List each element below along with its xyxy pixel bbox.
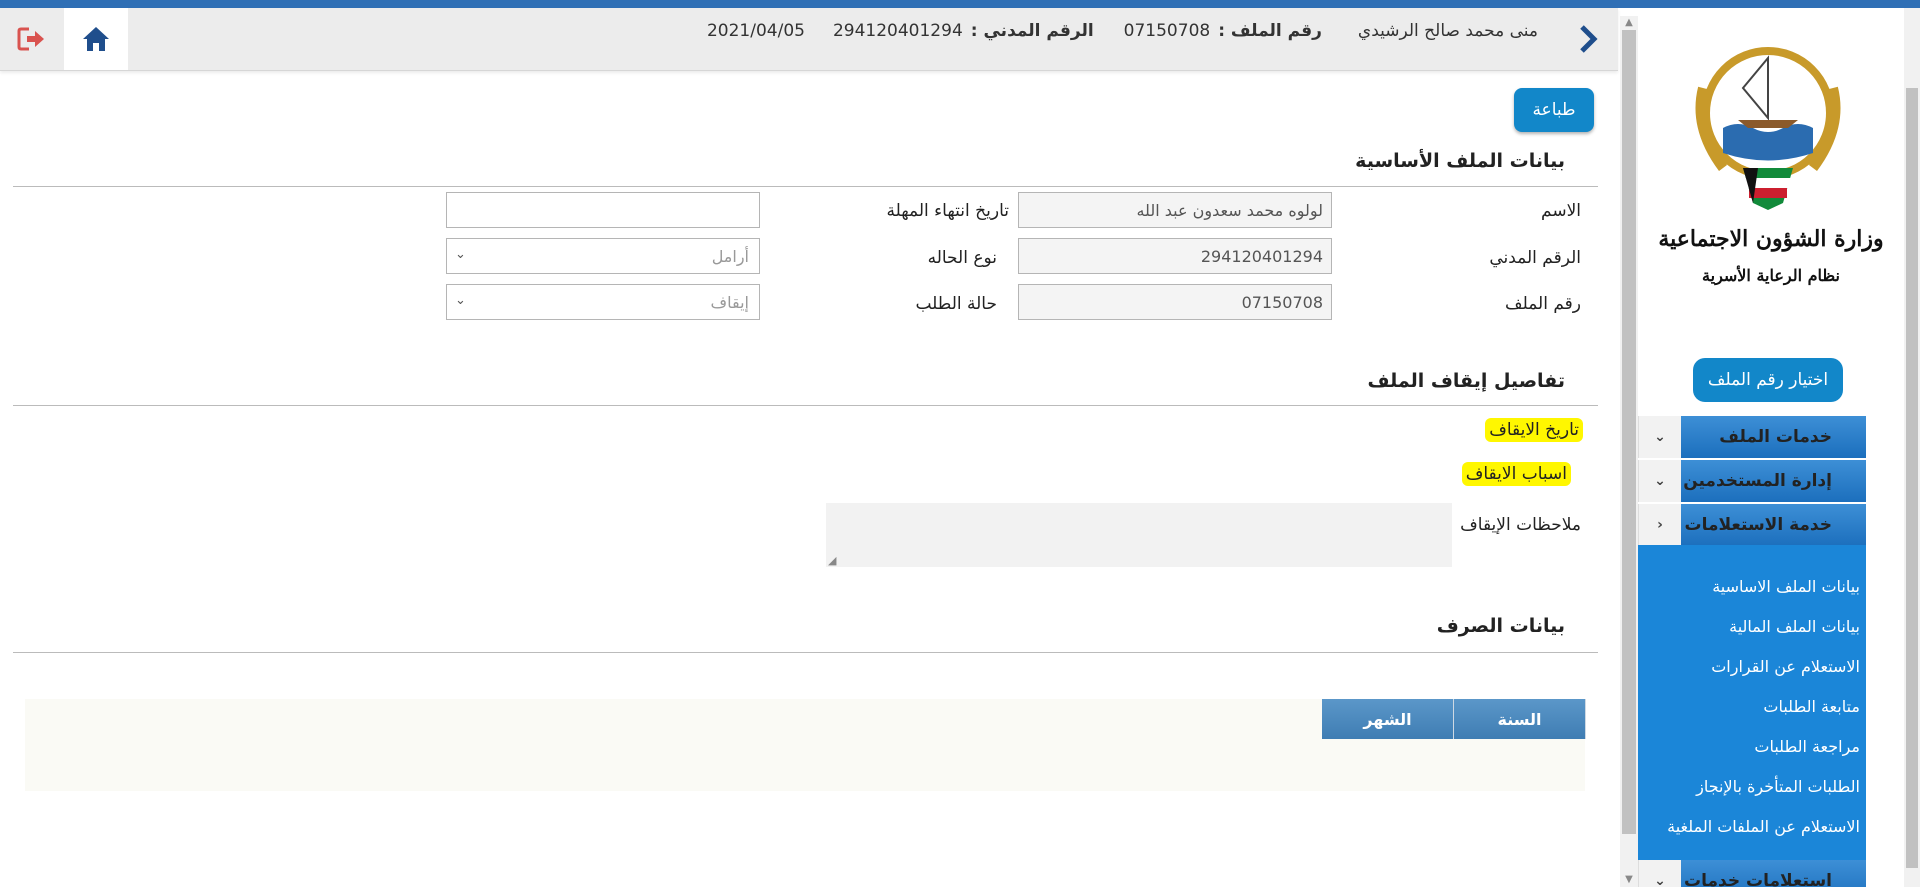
file-no-field[interactable]: 07150708 xyxy=(1018,284,1332,320)
divider xyxy=(13,652,1598,653)
stop-date-label-wrap: تاريخ الايقاف xyxy=(1485,418,1583,442)
civil-id-label: الرقم المدني xyxy=(1489,248,1581,268)
chevron-left-icon: ‹ xyxy=(1638,504,1681,546)
scroll-up-arrow[interactable]: ▲ xyxy=(1620,16,1638,30)
home-button[interactable] xyxy=(64,8,128,70)
stop-reasons-label: اسباب الايقاف xyxy=(1461,462,1571,486)
ministry-name: وزارة الشؤون الاجتماعية xyxy=(1658,226,1884,252)
divider xyxy=(13,186,1598,187)
menu-file-services[interactable]: خدمات الملف ⌄ xyxy=(1638,416,1866,458)
submenu-item-decisions-inquiry[interactable]: الاستعلام عن القرارات xyxy=(1711,657,1860,676)
menu-label: خدمات الملف xyxy=(1719,427,1832,447)
request-status-select[interactable]: إيقاف ⌄ xyxy=(446,284,760,320)
section-title-disburse: بيانات الصرف xyxy=(1436,615,1565,637)
logout-icon xyxy=(17,27,44,51)
divider xyxy=(13,405,1598,406)
submenu-item-cancelled-files[interactable]: الاستعلام عن الملفات الملغية xyxy=(1667,817,1860,836)
top-accent-line xyxy=(0,0,1920,8)
menu-label: خدمة الاستعلامات xyxy=(1684,515,1832,535)
print-button[interactable]: طباعة xyxy=(1514,88,1594,132)
sidebar-scrollbar[interactable] xyxy=(1904,8,1920,887)
chevron-down-icon: ⌄ xyxy=(455,293,466,308)
case-type-value: أرامل xyxy=(711,246,749,266)
grace-end-label: تاريخ انتهاء المهلة xyxy=(886,201,1009,221)
home-icon xyxy=(83,27,109,51)
submenu-item-basic-data[interactable]: بيانات الملف الاساسية xyxy=(1712,577,1860,596)
section-title-basic: بيانات الملف الأساسية xyxy=(1355,150,1565,172)
stop-date-label: تاريخ الايقاف xyxy=(1485,418,1583,442)
sidebar-scroll-thumb[interactable] xyxy=(1906,88,1918,868)
submenu-item-request-followup[interactable]: متابعة الطلبات xyxy=(1763,697,1860,716)
menu-label: إدارة المستخدمين xyxy=(1683,471,1832,491)
choose-file-button[interactable]: اختيار رقم الملف xyxy=(1693,358,1843,402)
main-scrollbar[interactable]: ▲ ▼ xyxy=(1620,16,1638,887)
column-header-year[interactable]: السنة xyxy=(1454,699,1586,739)
stop-notes-textarea[interactable]: ◢ xyxy=(826,503,1452,567)
system-name: نظام الرعاية الأسرية xyxy=(1702,266,1840,285)
chevron-down-icon: ⌄ xyxy=(1638,460,1681,502)
stop-notes-label: ملاحظات الإيقاف xyxy=(1460,515,1581,535)
request-status-value: إيقاف xyxy=(710,292,749,312)
submenu-item-request-review[interactable]: مراجعة الطلبات xyxy=(1754,737,1860,756)
column-header-month[interactable]: الشهر xyxy=(1322,699,1454,739)
header-civil-label: الرقم المدني : xyxy=(970,21,1094,41)
sidebar: وزارة الشؤون الاجتماعية نظام الرعاية الأ… xyxy=(1638,8,1920,887)
chevron-down-icon: ⌄ xyxy=(1638,416,1681,458)
chevron-down-icon: ⌄ xyxy=(455,247,466,262)
header-date: 2021/04/05 xyxy=(706,21,805,41)
ministry-logo xyxy=(1695,47,1841,210)
collapse-sidebar-button[interactable] xyxy=(1568,8,1608,70)
menu-inquiries-service[interactable]: خدمة الاستعلامات ‹ xyxy=(1638,504,1866,546)
name-field[interactable]: لولوه محمد سعدون عبد الله xyxy=(1018,192,1332,228)
scroll-thumb[interactable] xyxy=(1622,30,1636,834)
header-civil-value: 294120401294 xyxy=(832,21,963,41)
file-no-label: رقم الملف xyxy=(1504,294,1581,314)
inquiries-submenu: بيانات الملف الاساسية بيانات الملف المال… xyxy=(1638,545,1866,860)
chevron-right-icon xyxy=(1580,25,1598,53)
civil-id-field[interactable]: 294120401294 xyxy=(1018,238,1332,274)
request-status-label: حالة الطلب xyxy=(915,294,997,314)
menu-user-management[interactable]: إدارة المستخدمين ⌄ xyxy=(1638,460,1866,502)
submenu-item-delayed-requests[interactable]: الطلبات المتأخرة بالإنجاز xyxy=(1696,777,1860,796)
header-file-value: 07150708 xyxy=(1123,21,1211,41)
stop-reasons-label-wrap: اسباب الايقاف xyxy=(1461,462,1571,486)
submenu-item-financial-data[interactable]: بيانات الملف المالية xyxy=(1729,617,1860,636)
section-title-stop: تفاصيل إيقاف الملف xyxy=(1367,370,1565,392)
header-info: منى محمد صالح الرشيدي رقم الملف : 071507… xyxy=(707,8,1538,54)
name-label: الاسم xyxy=(1541,201,1581,221)
menu-link-services-inquiries[interactable]: استعلامات خدمات الربط ⌄ xyxy=(1638,860,1866,887)
header-bar: منى محمد صالح الرشيدي رقم الملف : 071507… xyxy=(0,8,1618,71)
resize-grip-icon[interactable]: ◢ xyxy=(828,554,836,567)
logout-button[interactable] xyxy=(0,8,64,70)
case-type-select[interactable]: أرامل ⌄ xyxy=(446,238,760,274)
header-file-label: رقم الملف : xyxy=(1218,21,1322,41)
header-user-name: منى محمد صالح الرشيدي xyxy=(1357,21,1538,41)
main-content: طباعة بيانات الملف الأساسية الاسم لولوه … xyxy=(0,70,1618,887)
case-type-label: نوع الحاله xyxy=(927,248,997,268)
chevron-down-icon: ⌄ xyxy=(1638,860,1681,887)
scroll-down-arrow[interactable]: ▼ xyxy=(1620,873,1638,887)
grace-end-field[interactable] xyxy=(446,192,760,228)
